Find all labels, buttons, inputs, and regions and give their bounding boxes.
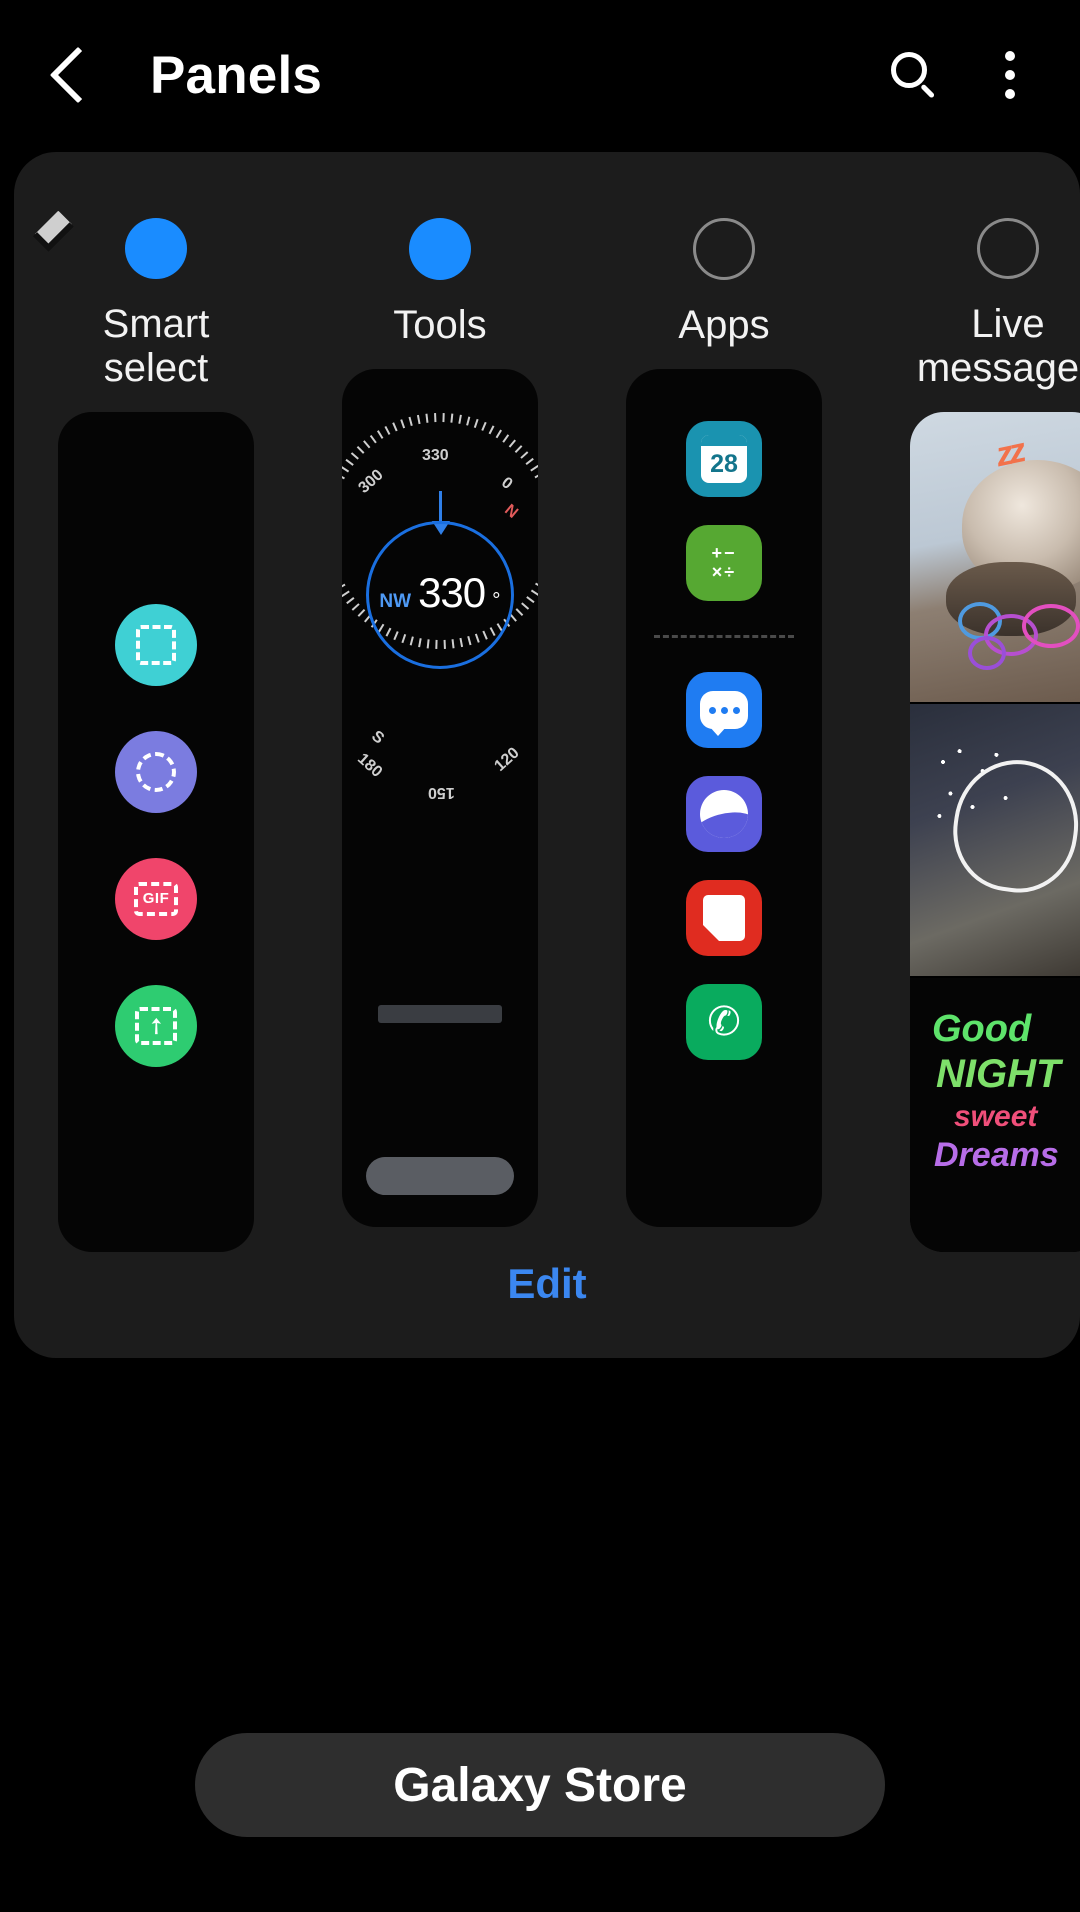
panel-preview-tools[interactable]: 300 330 0 N S 180 150 120 NW 330 °	[342, 369, 538, 1227]
compass-widget: 300 330 0 N S 180 150 120 NW 330 °	[342, 369, 538, 1227]
panel-preview-smart-select[interactable]: GIF ➚	[58, 411, 254, 1252]
compass-bottom-pill	[366, 1157, 514, 1195]
compass-direction: NW	[379, 591, 412, 612]
compass-placeholder-bar	[378, 1005, 502, 1023]
internet-app-icon	[686, 776, 762, 852]
panel-checkbox-smart-select[interactable]	[32, 210, 187, 279]
panels-card: Smart select GIF ➚ Tools 300 330 0 N S 1…	[14, 152, 1080, 1358]
apps-divider	[654, 635, 794, 638]
sparkler-heart-thumbnail	[910, 703, 1080, 976]
panel-item-smart-select[interactable]: Smart select GIF ➚	[14, 152, 298, 1252]
compass-degrees: 330	[418, 569, 486, 616]
panel-item-tools[interactable]: Tools 300 330 0 N S 180 150 120 NW 330 °	[32, 152, 582, 1252]
handwriting-line-3: sweet	[954, 1099, 1038, 1133]
more-options-button[interactable]	[962, 27, 1058, 123]
calendar-date: 28	[710, 450, 738, 478]
panel-preview-apps[interactable]: 28 +− ×÷ ✆	[626, 369, 822, 1227]
panel-checkbox-live-messages[interactable]	[977, 218, 1039, 279]
panel-label-smart-select: Smart select	[102, 301, 210, 390]
panel-item-live-messages[interactable]: Live messages zz Good	[866, 152, 1080, 1252]
panel-item-apps[interactable]: Apps 28 +− ×÷ ✆	[582, 152, 866, 1252]
sleeping-dog-thumbnail: zz	[910, 411, 1080, 702]
phone-app-icon: ✆	[686, 984, 762, 1060]
panel-label-live-messages: Live messages	[916, 301, 1080, 390]
search-icon	[891, 52, 937, 99]
calendar-app-icon: 28	[686, 421, 762, 497]
pin-to-screen-icon: ➚	[115, 984, 197, 1067]
app-header: Panels	[0, 0, 1080, 150]
header-actions	[866, 27, 1080, 123]
gif-capture-icon: GIF	[115, 857, 197, 940]
panel-label-tools: Tools	[393, 303, 487, 347]
rectangle-select-icon	[115, 603, 197, 686]
compass-reading: NW 330 °	[342, 569, 538, 617]
degree-symbol: °	[492, 589, 501, 612]
edit-button[interactable]: Edit	[14, 1260, 1080, 1308]
messages-app-icon	[686, 672, 762, 748]
back-button[interactable]	[30, 27, 126, 123]
handwriting-line-2: NIGHT	[936, 1051, 1061, 1096]
notes-app-icon	[686, 880, 762, 956]
compass-tick-label-330: 330	[422, 447, 449, 464]
panel-label-apps: Apps	[678, 303, 770, 347]
panel-checkbox-apps[interactable]	[693, 218, 755, 280]
search-button[interactable]	[866, 27, 962, 123]
panel-carousel[interactable]: Smart select GIF ➚ Tools 300 330 0 N S 1…	[14, 152, 1080, 1252]
chevron-left-icon	[49, 46, 107, 104]
location-pin-icon	[430, 967, 450, 987]
oval-select-icon	[115, 730, 197, 813]
calculator-app-icon: +− ×÷	[686, 525, 762, 601]
galaxy-store-button[interactable]: Galaxy Store	[195, 1733, 885, 1837]
page-title: Panels	[150, 45, 323, 105]
panel-preview-live-messages[interactable]: zz Good NIGHT sweet Dreams	[910, 411, 1080, 1252]
compass-tick-label-150: 150	[428, 784, 455, 801]
handwriting-line-1: Good	[932, 1007, 1032, 1050]
panel-checkbox-tools[interactable]	[32, 210, 471, 280]
more-vertical-icon	[1005, 51, 1015, 61]
handwriting-line-4: Dreams	[934, 1135, 1059, 1174]
handwriting-thumbnail: Good NIGHT sweet Dreams	[910, 977, 1080, 1252]
